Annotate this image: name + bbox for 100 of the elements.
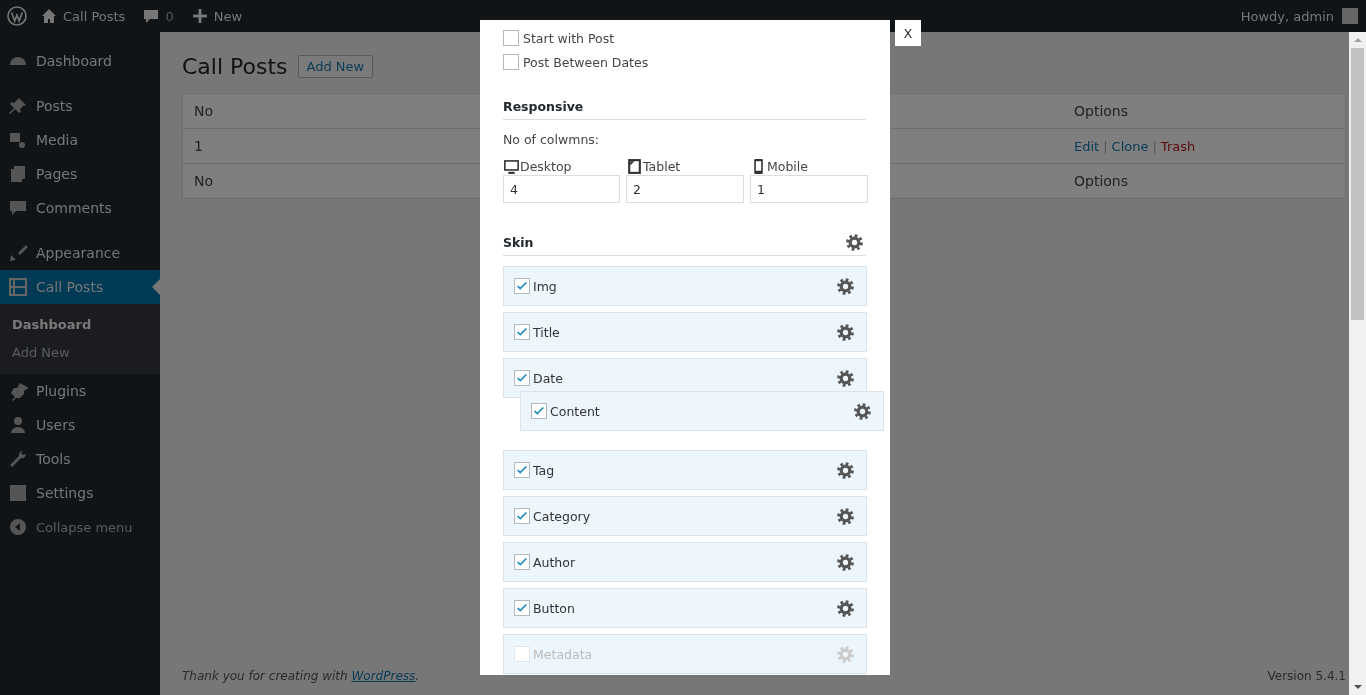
site-name: Call Posts [63,8,126,24]
menu-item[interactable]: Pages [0,157,160,191]
active-pointer [152,279,160,295]
checkbox[interactable] [514,508,530,524]
submenu-item[interactable]: Dashboard [0,311,160,339]
comment-count: 0 [165,8,174,24]
collapse-menu[interactable]: Collapse menu [0,510,160,544]
menu-item[interactable]: Plugins [0,374,160,408]
skin-item-label: Date [533,370,564,386]
menu-item[interactable]: Dashboard [0,44,160,78]
new-label: New [213,8,242,24]
device-label: Tablet [643,158,681,174]
footer-text: Thank you for creating with WordPress. [182,669,420,683]
film-icon [8,277,28,297]
version-text: Version 5.4.1 [1267,669,1346,683]
checkbox-label: Post Between Dates [523,54,649,70]
column-header: Options [1074,103,1129,119]
check-icon [515,463,529,477]
media-icon [8,130,28,150]
desktop-icon [503,157,520,175]
checkbox[interactable] [514,554,530,570]
column-header: No [194,103,214,119]
submenu-item[interactable]: Add New [0,339,160,367]
menu-item[interactable]: Appearance [0,236,160,270]
checkbox[interactable] [514,370,530,386]
check-icon [515,601,529,615]
skin-item[interactable]: Title [503,312,867,352]
skin-item-label: Img [533,278,558,294]
brush-icon [8,243,28,263]
site-link[interactable]: Call Posts [41,8,126,24]
menu-item[interactable]: Tools [0,442,160,476]
skin-item-label: Button [533,600,576,616]
home-icon [41,8,57,24]
plug-icon [8,381,28,401]
checkbox[interactable] [514,462,530,478]
add-new-button[interactable]: Add New [297,55,374,78]
checkbox-label: Start with Post [523,30,615,46]
menu-item[interactable]: Media [0,123,160,157]
skin-item[interactable]: Img [503,266,867,306]
action-link[interactable]: Clone [1111,138,1149,154]
columns-input[interactable]: 2 [626,175,744,203]
skin-item[interactable]: Content [520,391,884,431]
device-label: Desktop [520,158,572,174]
delete-link[interactable]: Trash [1160,138,1196,154]
separator: | [1103,138,1108,154]
check-icon [515,509,529,523]
comments-link[interactable]: 0 [143,8,174,24]
checkbox[interactable] [514,278,530,294]
checkbox[interactable] [514,324,530,340]
action-link[interactable]: Edit [1074,138,1100,154]
plus-icon [191,8,208,24]
check-icon [515,371,529,385]
checkbox[interactable] [503,30,519,46]
comment-icon [8,198,28,218]
skin-item-label: Metadata [533,646,594,662]
skin-item[interactable]: Author [503,542,867,582]
scrollbar[interactable] [1349,32,1366,695]
checkbox[interactable] [503,54,519,70]
skin-item[interactable]: Button [503,588,867,628]
skin-item[interactable]: Tag [503,450,867,490]
page-title: Call Posts [182,54,288,79]
skin-item-label: Tag [533,462,556,478]
comment-icon [143,8,160,24]
menu-item[interactable]: Users [0,408,160,442]
separator: | [1152,138,1157,154]
columns-input[interactable]: 4 [503,175,620,203]
column-footer: Options [1074,173,1129,189]
menu-item[interactable]: Posts [0,89,160,123]
pages-icon [8,164,28,184]
checkbox[interactable] [531,403,547,419]
column-footer: No [194,173,214,189]
check-icon [515,555,529,569]
checkbox[interactable] [514,600,530,616]
skin-item[interactable]: Category [503,496,867,536]
skin-item-label: Author [533,554,577,570]
skin-item-label: Category [533,508,592,524]
skin-item-label: Content [550,403,601,419]
section-heading: Responsive [503,99,585,116]
scrollbar-thumb[interactable] [1351,48,1364,320]
greeting[interactable]: Howdy, admin [1240,8,1334,24]
close-button[interactable]: X [895,20,921,46]
check-icon [515,279,529,293]
check-icon [515,325,529,339]
user-icon [8,415,28,435]
tablet-icon [626,157,643,175]
menu-item[interactable]: Comments [0,191,160,225]
pin-icon [8,96,28,116]
check-icon [532,404,546,418]
columns-label: No of colwmns: [503,132,601,147]
menu-item[interactable]: Call Posts [0,270,160,304]
new-link[interactable]: New [191,8,242,24]
scroll-down-icon[interactable] [1353,685,1362,689]
wordpress-logo-icon[interactable] [7,6,27,26]
wrench-icon [8,449,28,469]
skin-item-label: Title [533,324,561,340]
scroll-up-icon[interactable] [1353,38,1362,42]
collapse-icon [8,517,28,537]
menu-item[interactable]: Settings [0,476,160,510]
section-heading: Skin [503,234,534,250]
columns-input[interactable]: 1 [750,175,868,203]
